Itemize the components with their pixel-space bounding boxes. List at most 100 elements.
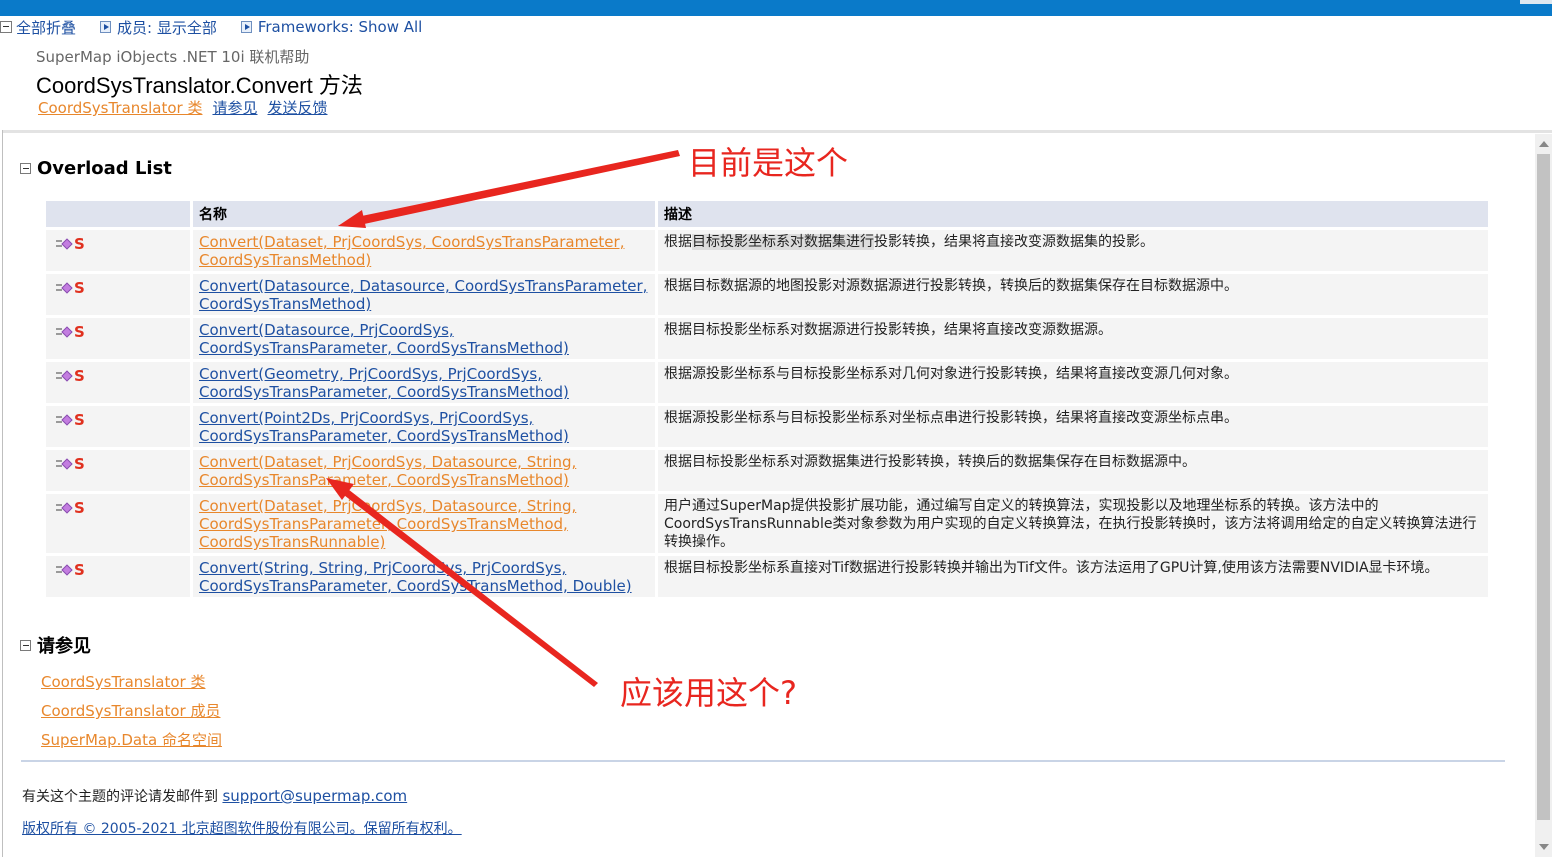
overload-link[interactable]: Convert(Datasource, PrjCoordSys, CoordSys… [199,321,569,357]
overload-link[interactable]: Convert(Geometry, PrjCoordSys, PrjCoordS… [199,365,569,401]
see-also-link[interactable]: 请参见 [212,97,257,118]
method-icon-cell: S [46,494,190,553]
method-description-cell: 根据目标投影坐标系对源数据集进行投影转换，转换后的数据集保存在目标数据源中。 [658,450,1488,491]
table-row: S Convert(Dataset, PrjCoordSys, Datasourc… [46,450,1488,491]
class-link[interactable]: CoordSysTranslator 类 [38,97,202,118]
method-icon-cell: S [46,318,190,359]
collapse-all-button[interactable]: 全部折叠 [0,17,76,38]
static-method-icon: S [56,279,85,297]
overload-signature-line: CoordSysTransParameter, CoordSysTransMet… [199,515,568,533]
method-description-cell: 根据目标数据源的地图投影对源数据源进行投影转换，转换后的数据集保存在目标数据源中… [658,274,1488,315]
header-divider [3,130,1552,133]
table-row: S Convert(Point2Ds, PrjCoordSys, PrjCoord… [46,406,1488,447]
method-description-cell: 根据源投影坐标系与目标投影坐标系对几何对象进行投影转换，结果将直接改变源几何对象… [658,362,1488,403]
method-description-cell: 根据目标投影坐标系对数据源进行投影转换，结果将直接改变源数据源。 [658,318,1488,359]
footer-comment-text: 有关这个主题的评论请发邮件到 [22,789,218,805]
dropdown-arrow-icon [240,21,252,33]
description-text: 投影转换，结果将直接改变源数据集的投影。 [874,234,1154,250]
description-text: 根据目标投影坐标系对源数据集进行投影转换，转换后的数据集保存在目标数据源中。 [664,454,1196,470]
method-icon-cell: S [46,450,190,491]
scroll-thumb[interactable] [1537,154,1550,820]
collapse-icon [20,163,31,174]
copyright-link[interactable]: 版权所有 © 2005-2021 北京超图软件股份有限公司。保留所有权利。 [22,818,462,838]
annotation-suggested-label: 应该用这个? [620,674,797,712]
collapse-all-label: 全部折叠 [16,18,77,37]
feedback-link[interactable]: 发送反馈 [267,97,327,118]
section-title: 请参见 [37,636,91,657]
window-top-bar [0,0,1552,16]
static-method-icon: S [56,561,85,579]
method-name-cell: Convert(Geometry, PrjCoordSys, PrjCoordS… [193,362,655,403]
method-icon-cell: S [46,362,190,403]
method-icon-cell: S [46,556,190,597]
method-name-cell: Convert(Dataset, PrjCoordSys, Datasource… [193,450,655,491]
static-method-icon: S [56,499,85,517]
method-description-cell: 用户通过SuperMap提供投影扩展功能，通过编写自定义的转换算法，实现投影以及… [658,494,1488,553]
overload-link[interactable]: Convert(String, String, PrjCoordSys, Prj… [199,559,632,595]
overload-signature-line: CoordSysTransMethod) [199,251,372,269]
overload-signature-line: Convert(Datasource, PrjCoordSys, [199,321,454,339]
description-text: 根据 [664,234,692,250]
collapse-icon [20,639,31,651]
overload-signature-line: Convert(Geometry, PrjCoordSys, PrjCoordS… [199,365,542,383]
method-description-cell: 根据源投影坐标系与目标投影坐标系对坐标点串进行投影转换，结果将直接改变源坐标点串… [658,406,1488,447]
method-name-cell: Convert(Datasource, PrjCoordSys, CoordSys… [193,318,655,359]
overload-signature-line: Convert(Dataset, PrjCoordSys, Datasource… [199,453,577,471]
overload-signature-line: CoordSysTransParameter, CoordSysTransMet… [199,383,569,401]
overload-signature-line: Convert(Datasource, Datasource, CoordSys… [199,277,648,295]
members-filter-button[interactable]: 成员: 显示全部 [100,17,217,38]
overload-signature-line: CoordSysTransParameter, CoordSysTransMet… [199,427,569,445]
overload-table: 名称 描述 S Convert(Dataset, PrjCoordSys, Coo… [43,198,1491,600]
overload-link[interactable]: Convert(Point2Ds, PrjCoordSys, PrjCoordS… [199,409,569,445]
method-name-cell: Convert(Dataset, PrjCoordSys, CoordSysTr… [193,230,655,271]
overload-signature-line: Convert(Dataset, PrjCoordSys, CoordSysTr… [199,233,625,251]
content-area: Overload List 名称 描述 S Convert(Dataset, Pr… [3,134,1535,857]
vertical-scrollbar[interactable] [1535,134,1552,857]
overload-link[interactable]: Convert(Dataset, PrjCoordSys, Datasource… [199,497,576,551]
top-bar-edge [1520,0,1552,4]
overload-link[interactable]: Convert(Dataset, PrjCoordSys, Datasource… [199,453,576,489]
overload-signature-line: CoordSysTransParameter, CoordSysTransMet… [199,577,632,595]
method-description-cell: 根据目标投影坐标系对数据集进行投影转换，结果将直接改变源数据集的投影。 [658,230,1488,271]
method-name-cell: Convert(String, String, PrjCoordSys, Prj… [193,556,655,597]
description-text: 用户通过SuperMap提供投影扩展功能，通过编写自定义的转换算法，实现投影以及… [664,498,1477,550]
table-row: S Convert(Geometry, PrjCoordSys, PrjCoord… [46,362,1488,403]
overload-signature-line: CoordSysTransRunnable) [199,533,386,551]
see-also-namespace-link[interactable]: SuperMap.Data 命名空间 [41,729,222,750]
see-also-links: CoordSysTranslator 类 CoordSysTranslator … [41,671,222,758]
help-toolbar: 全部折叠 成员: 显示全部 Frameworks: Show All [0,16,446,38]
frameworks-filter-label: Frameworks: Show All [257,18,423,36]
section-title: Overload List [37,158,172,179]
overload-link[interactable]: Convert(Dataset, PrjCoordSys, CoordSysTr… [199,233,624,269]
see-also-class-link[interactable]: CoordSysTranslator 类 [41,671,222,692]
table-row: S Convert(Dataset, PrjCoordSys, CoordSysT… [46,230,1488,271]
desc-column-header: 描述 [658,201,1488,227]
header-links: CoordSysTranslator 类 请参见 发送反馈 [38,97,328,118]
table-row: S Convert(Datasource, Datasource, CoordSy… [46,274,1488,315]
see-also-section-header[interactable]: 请参见 [20,632,91,658]
table-row: S Convert(String, String, PrjCoordSys, Pr… [46,556,1488,597]
description-text: 根据源投影坐标系与目标投影坐标系对几何对象进行投影转换，结果将直接改变源几何对象… [664,366,1238,382]
static-method-icon: S [56,367,85,385]
method-icon-cell: S [46,230,190,271]
static-method-icon: S [56,455,85,473]
method-name-cell: Convert(Datasource, Datasource, CoordSys… [193,274,655,315]
see-also-members-link[interactable]: CoordSysTranslator 成员 [41,700,222,721]
method-name-cell: Convert(Dataset, PrjCoordSys, Datasource… [193,494,655,553]
product-name: SuperMap iObjects .NET 10i 联机帮助 [36,48,310,66]
method-name-cell: Convert(Point2Ds, PrjCoordSys, PrjCoordS… [193,406,655,447]
overload-signature-line: Convert(String, String, PrjCoordSys, Prj… [199,559,567,577]
overload-link[interactable]: Convert(Datasource, Datasource, CoordSys… [199,277,647,313]
description-text: 根据目标投影坐标系对数据源进行投影转换，结果将直接改变源数据源。 [664,322,1112,338]
method-icon-cell: S [46,274,190,315]
scroll-up-arrow-icon[interactable] [1539,141,1549,147]
overload-section-header[interactable]: Overload List [20,158,172,179]
frameworks-filter-button[interactable]: Frameworks: Show All [240,18,423,36]
scroll-down-arrow-icon[interactable] [1539,844,1549,850]
support-email-link[interactable]: support@supermap.com [222,787,407,805]
selected-text: 目标投影坐标系对数据集进行 [692,234,874,250]
annotation-current-label: 目前是这个 [688,144,849,182]
method-icon-cell: S [46,406,190,447]
footer-comment: 有关这个主题的评论请发邮件到 support@supermap.com [22,786,407,806]
icon-column-header [46,201,190,227]
